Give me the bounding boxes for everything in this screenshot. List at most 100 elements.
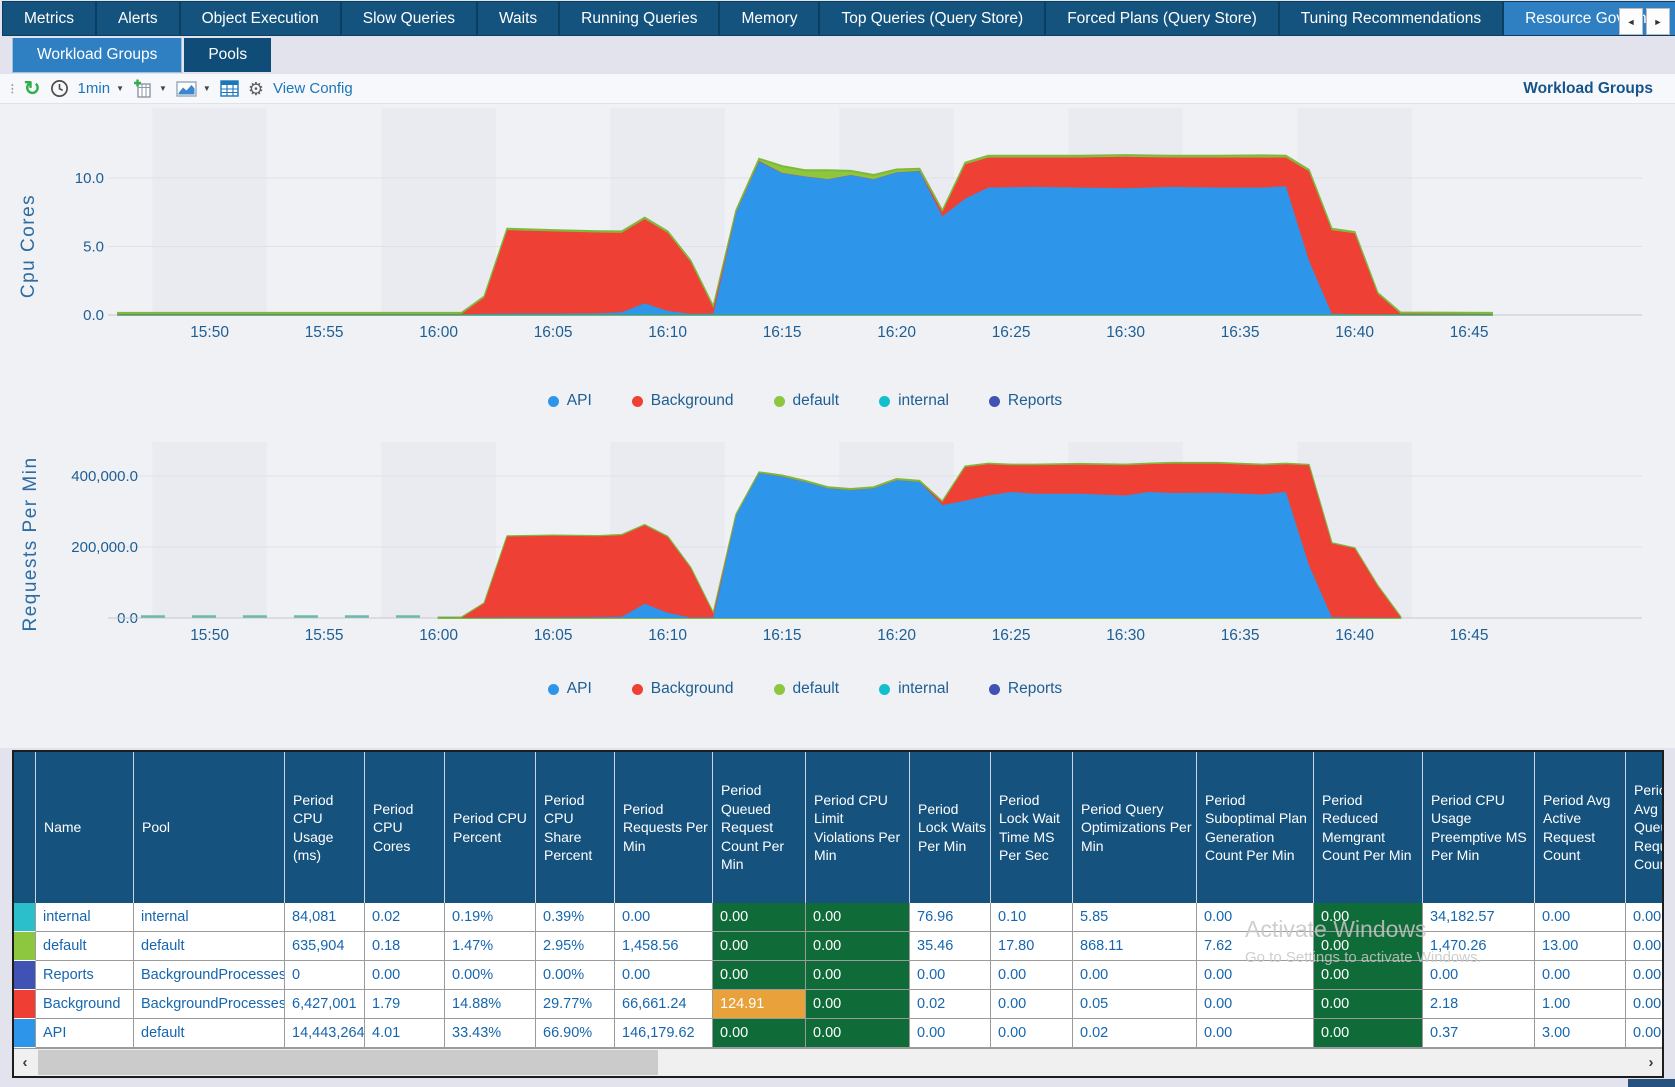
scroll-left-icon[interactable]: ‹ (14, 1049, 36, 1076)
sub-tab-pools[interactable]: Pools (184, 38, 271, 72)
cell-value[interactable]: 14,443,264 (285, 1019, 365, 1048)
cell-value[interactable]: 1,458.56 (615, 932, 713, 961)
main-tab-metrics[interactable]: Metrics (3, 2, 95, 35)
cell-value[interactable]: 0.00 (615, 961, 713, 990)
main-tab-slow-queries[interactable]: Slow Queries (342, 2, 476, 35)
cell-value[interactable]: 0.10 (991, 903, 1073, 932)
table-row-reports[interactable]: ReportsBackgroundProcesses00.000.00%0.00… (14, 961, 1662, 990)
cell-value[interactable]: 0.00 (1626, 1019, 1662, 1048)
tab-scroll-right-icon[interactable]: ► (1646, 8, 1670, 35)
table-row-api[interactable]: APIdefault14,443,2644.0133.43%66.90%146,… (14, 1019, 1662, 1048)
cell-value[interactable]: 0.00 (991, 1019, 1073, 1048)
table-row-background[interactable]: BackgroundBackgroundProcesses6,427,0011.… (14, 990, 1662, 1019)
column-header[interactable]: Period CPU Cores (365, 752, 445, 903)
column-header[interactable]: Period Lock Wait Time MS Per Sec (991, 752, 1073, 903)
cell-value[interactable]: 6,427,001 (285, 990, 365, 1019)
add-metric-caret-icon[interactable]: ▼ (159, 84, 167, 93)
column-header[interactable]: Period Lock Waits Per Min (910, 752, 991, 903)
main-tab-waits[interactable]: Waits (478, 2, 558, 35)
column-header[interactable]: Name (36, 752, 134, 903)
interval-select[interactable]: 1min (78, 80, 111, 97)
cell-value[interactable]: 0.00 (1314, 961, 1423, 990)
toolbar-grip-icon[interactable]: ⁝ (10, 80, 13, 98)
column-header[interactable]: Period Query Optimizations Per Min (1073, 752, 1197, 903)
cell-value[interactable]: 124.91 (713, 990, 806, 1019)
settings-gear-icon[interactable]: ⚙ (248, 80, 264, 98)
legend-item-default[interactable]: default (774, 680, 840, 698)
cell-value[interactable]: 0.00 (1314, 932, 1423, 961)
cell-value[interactable]: 84,081 (285, 903, 365, 932)
cell-value[interactable]: 0.00% (445, 961, 536, 990)
cell-value[interactable]: 0.00 (1314, 1019, 1423, 1048)
cell-value[interactable]: 1.00 (1535, 990, 1626, 1019)
cell-value[interactable]: 0.00 (910, 1019, 991, 1048)
cell-value[interactable]: 0.00 (806, 1019, 910, 1048)
table-row-default[interactable]: defaultdefault635,9040.181.47%2.95%1,458… (14, 932, 1662, 961)
cell-pool[interactable]: BackgroundProcesses (134, 990, 285, 1019)
cell-value[interactable]: 1.79 (365, 990, 445, 1019)
cell-value[interactable]: 0.00 (1197, 903, 1314, 932)
cell-value[interactable]: 0.00 (991, 961, 1073, 990)
cell-value[interactable]: 5.85 (1073, 903, 1197, 932)
scrollbar-thumb[interactable] (38, 1050, 658, 1075)
cell-value[interactable]: 0.00 (1626, 903, 1662, 932)
cell-pool[interactable]: internal (134, 903, 285, 932)
scroll-right-icon[interactable]: › (1640, 1049, 1662, 1076)
cell-value[interactable]: 0.00 (365, 961, 445, 990)
cell-value[interactable]: 29.77% (536, 990, 615, 1019)
cell-value[interactable]: 76.96 (910, 903, 991, 932)
column-header[interactable]: Period CPU Share Percent (536, 752, 615, 903)
tab-scroll-left-icon[interactable]: ◄ (1619, 8, 1643, 35)
legend-item-background[interactable]: Background (632, 680, 734, 698)
legend-item-default[interactable]: default (774, 392, 840, 410)
cell-value[interactable]: 0.00 (713, 932, 806, 961)
cell-value[interactable]: 0.00% (536, 961, 615, 990)
cell-value[interactable]: 0.02 (365, 903, 445, 932)
column-header[interactable]: Period CPU Usage Preemptive MS Per Min (1423, 752, 1535, 903)
cell-value[interactable]: 0.00 (713, 961, 806, 990)
cell-value[interactable]: 34,182.57 (1423, 903, 1535, 932)
cell-value[interactable]: 0.00 (1626, 932, 1662, 961)
cell-value[interactable]: 146,179.62 (615, 1019, 713, 1048)
cell-name[interactable]: internal (36, 903, 134, 932)
column-header[interactable]: Period CPU Usage (ms) (285, 752, 365, 903)
main-tab-alerts[interactable]: Alerts (97, 2, 179, 35)
cell-value[interactable]: 0.00 (1626, 990, 1662, 1019)
cell-value[interactable]: 0.19% (445, 903, 536, 932)
requests-per-min-chart[interactable]: 0.0200,000.0400,000.015:5015:5516:0016:0… (0, 424, 1675, 672)
cell-pool[interactable]: BackgroundProcesses (134, 961, 285, 990)
cell-value[interactable]: 35.46 (910, 932, 991, 961)
cell-value[interactable]: 0.00 (806, 990, 910, 1019)
view-config-link[interactable]: View Config (273, 80, 353, 97)
column-header[interactable]: Period CPU Percent (445, 752, 536, 903)
cell-value[interactable]: 0.00 (1073, 961, 1197, 990)
cell-value[interactable]: 0.00 (1423, 961, 1535, 990)
cell-value[interactable]: 0.00 (713, 903, 806, 932)
cell-value[interactable]: 0.00 (1314, 903, 1423, 932)
main-tab-forced-plans-query-store-[interactable]: Forced Plans (Query Store) (1046, 2, 1278, 35)
column-header[interactable]: Period CPU Limit Violations Per Min (806, 752, 910, 903)
add-metric-icon[interactable] (133, 79, 153, 99)
cpu-cores-chart[interactable]: 0.05.010.015:5015:5516:0016:0516:1016:15… (0, 104, 1675, 376)
cell-value[interactable]: 66,661.24 (615, 990, 713, 1019)
chart-type-caret-icon[interactable]: ▼ (203, 84, 211, 93)
cell-value[interactable]: 14.88% (445, 990, 536, 1019)
cell-value[interactable]: 0 (285, 961, 365, 990)
cell-value[interactable]: 0.00 (1197, 961, 1314, 990)
cell-value[interactable]: 0.00 (713, 1019, 806, 1048)
cell-value[interactable]: 0.02 (910, 990, 991, 1019)
cell-value[interactable]: 0.00 (806, 932, 910, 961)
legend-item-reports[interactable]: Reports (989, 680, 1062, 698)
column-header[interactable]: Period Avg Active Request Count (1535, 752, 1626, 903)
grid-view-icon[interactable] (220, 80, 239, 97)
cell-pool[interactable]: default (134, 1019, 285, 1048)
cell-value[interactable]: 2.18 (1423, 990, 1535, 1019)
cell-value[interactable]: 13.00 (1535, 932, 1626, 961)
main-tab-object-execution[interactable]: Object Execution (181, 2, 340, 35)
cell-value[interactable]: 0.00 (1626, 961, 1662, 990)
main-tab-running-queries[interactable]: Running Queries (560, 2, 718, 35)
column-header[interactable]: Pool (134, 752, 285, 903)
cell-name[interactable]: API (36, 1019, 134, 1048)
column-header[interactable]: Period Suboptimal Plan Generation Count … (1197, 752, 1314, 903)
cell-value[interactable]: 0.05 (1073, 990, 1197, 1019)
